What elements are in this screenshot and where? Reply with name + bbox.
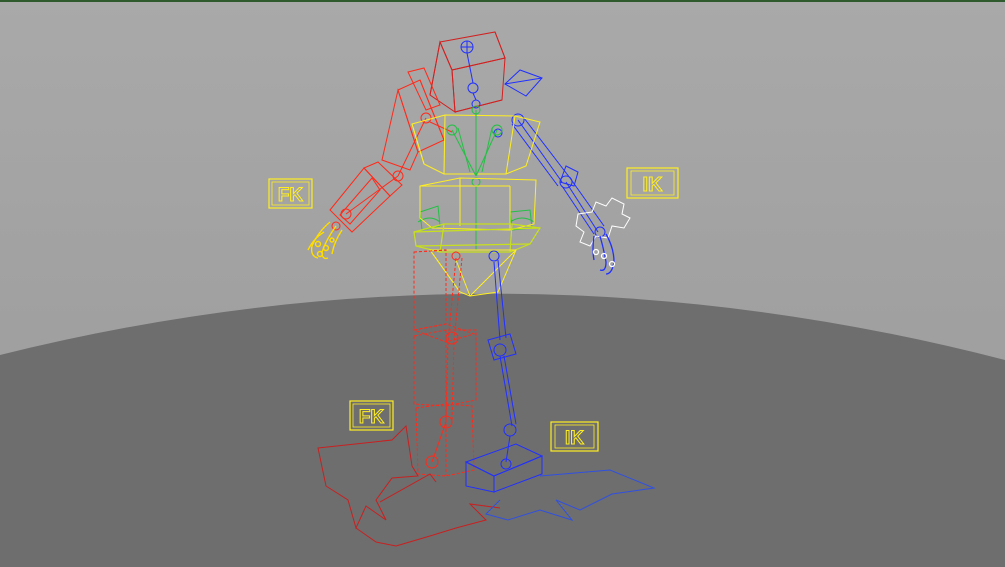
leg-right-switch-label: IK xyxy=(565,428,584,449)
left-hand-fingers[interactable] xyxy=(307,221,343,260)
perspective-viewport[interactable]: FK IK FK IK xyxy=(0,0,1005,567)
arm-left-switch[interactable]: FK xyxy=(268,178,313,209)
viewport-scene[interactable]: FK IK FK IK xyxy=(0,0,1005,567)
ground-plane xyxy=(0,293,1005,567)
arm-right-switch-label: IK xyxy=(643,174,664,196)
leg-left-switch-label: FK xyxy=(359,407,385,428)
pelvis-control[interactable] xyxy=(429,249,517,297)
head-joint[interactable] xyxy=(460,40,481,109)
abdomen-control[interactable] xyxy=(419,177,537,231)
right-hand-fingers[interactable] xyxy=(592,233,616,275)
right-hand-ik-control[interactable] xyxy=(575,197,631,247)
arm-right-switch[interactable]: IK xyxy=(626,167,679,199)
arm-left-switch-label: FK xyxy=(278,185,304,206)
